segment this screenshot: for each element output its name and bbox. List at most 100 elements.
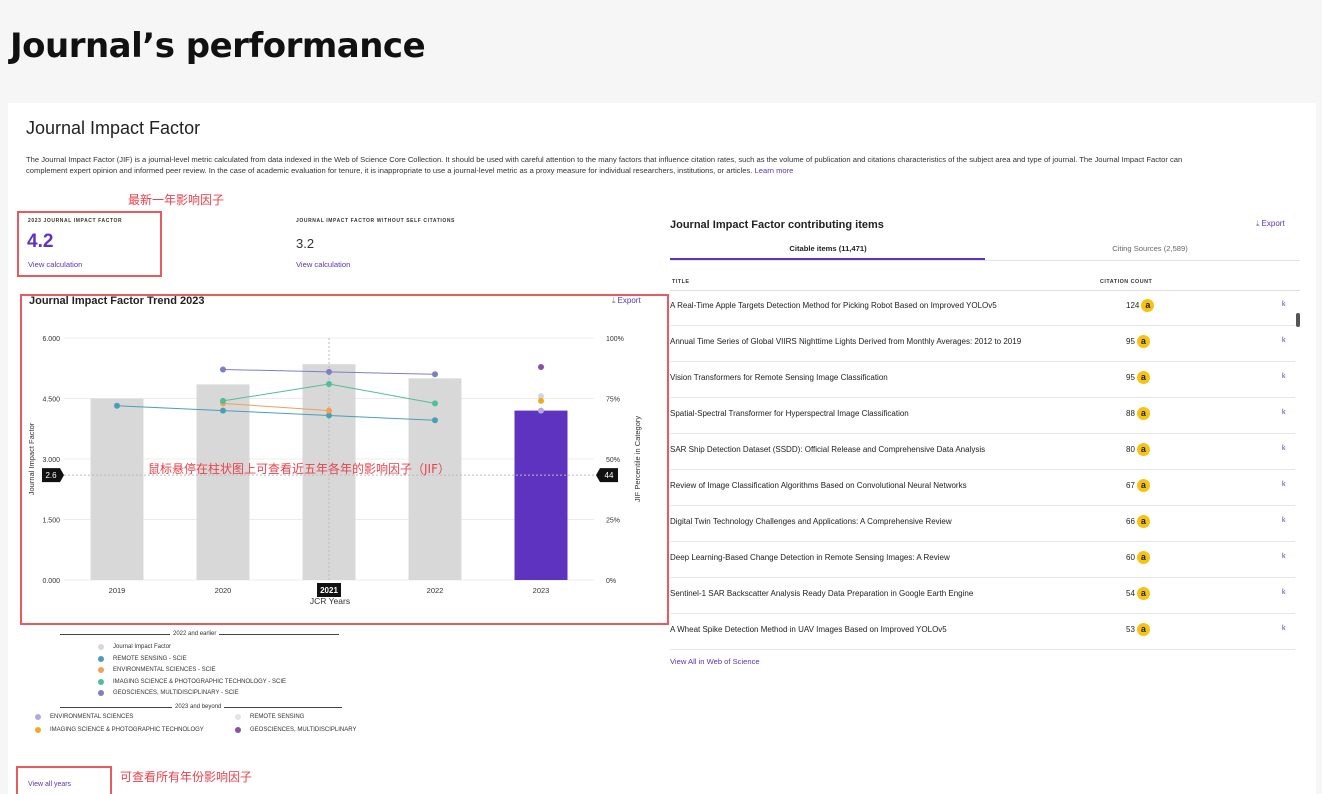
view-calculation-link[interactable]: View calculation [28,260,82,269]
row-action-link[interactable]: k [1282,481,1286,488]
table-row[interactable]: A Wheat Spike Detection Method in UAV Im… [670,614,1295,650]
table-row[interactable]: Review of Image Classification Algorithm… [670,470,1295,506]
series-point[interactable] [432,371,438,378]
row-action-link[interactable]: k [1282,589,1286,596]
citation-count-value: 95 [1126,337,1135,346]
legend-swatch [35,714,41,720]
table-row[interactable]: Vision Transformers for Remote Sensing I… [670,362,1295,398]
article-title-link[interactable]: Review of Image Classification Algorithm… [670,481,967,490]
table-scrollbar[interactable] [1296,313,1300,327]
tab-citing-sources[interactable]: Citing Sources (2,589) [1000,244,1300,253]
altmetric-badge-icon[interactable]: a [1136,587,1150,600]
table-row[interactable]: Deep Learning-Based Change Detection in … [670,542,1295,578]
series-point[interactable] [432,417,438,424]
view-all-wos-link[interactable]: View All in Web of Science [670,657,760,666]
y-tick-label: 0.000 [42,578,60,585]
learn-more-link[interactable]: Learn more [755,166,794,175]
legend-item[interactable]: GEOSCIENCES, MULTIDISCIPLINARY [235,727,356,733]
altmetric-badge-icon[interactable]: a [1136,551,1150,564]
y2-tick-label: 50% [606,457,620,464]
legend-swatch [98,655,104,662]
row-action-link[interactable]: k [1282,625,1286,632]
legend-swatch [235,714,241,720]
altmetric-badge-icon[interactable]: a [1136,479,1150,492]
legend-rule [60,706,172,708]
table-row[interactable]: A Real-Time Apple Targets Detection Meth… [670,290,1295,326]
table-row[interactable]: SAR Ship Detection Dataset (SSDD): Offic… [670,434,1295,470]
y-axis-label: Journal Impact Factor [27,422,36,495]
altmetric-badge-icon[interactable]: a [1136,371,1150,384]
legend-item[interactable]: IMAGING SCIENCE & PHOTOGRAPHIC TECHNOLOG… [35,727,204,733]
legend-item[interactable]: Journal Impact Factor [98,644,171,650]
jif-label: 2023 JOURNAL IMPACT FACTOR [28,218,123,224]
article-title-link[interactable]: Digital Twin Technology Challenges and A… [670,517,952,526]
altmetric-badge-icon[interactable]: a [1136,623,1150,636]
table-row[interactable]: Sentinel-1 SAR Backscatter Analysis Read… [670,578,1295,614]
citation-count: 66 a [1126,515,1150,528]
row-action-link[interactable]: k [1282,337,1286,344]
jif-bar[interactable] [196,384,250,580]
row-action-link[interactable]: k [1282,373,1286,380]
contributing-export-button[interactable]: ⤓ Export [1256,219,1285,229]
series-point[interactable] [326,368,332,375]
legend-swatch [98,667,104,673]
row-action-link[interactable]: k [1282,301,1286,308]
row-action-link[interactable]: k [1282,517,1286,524]
article-title-link[interactable]: SAR Ship Detection Dataset (SSDD): Offic… [670,445,985,454]
series-point[interactable] [538,364,544,371]
article-title-link[interactable]: Annual Time Series of Global VIIRS Night… [670,337,1021,346]
legend-item[interactable]: REMOTE SENSING [235,714,304,720]
article-title-link[interactable]: Sentinel-1 SAR Backscatter Analysis Read… [670,589,973,598]
altmetric-badge-icon[interactable]: a [1141,299,1155,312]
table-row[interactable]: Annual Time Series of Global VIIRS Night… [670,326,1295,362]
x-tick-label: 2022 [427,586,444,595]
table-row[interactable]: Digital Twin Technology Challenges and A… [670,506,1295,542]
column-header-title: TITLE [672,279,690,285]
citation-count: 54 a [1126,587,1150,600]
article-title-link[interactable]: A Wheat Spike Detection Method in UAV Im… [670,625,947,634]
article-title-link[interactable]: Deep Learning-Based Change Detection in … [670,553,950,562]
series-point[interactable] [538,407,544,414]
row-action-link[interactable]: k [1282,445,1286,452]
view-all-years-link[interactable]: View all years [28,781,71,788]
table-row[interactable]: Spatial-Spectral Transformer for Hypersp… [670,398,1295,434]
altmetric-badge-icon[interactable]: a [1136,515,1150,528]
row-action-link[interactable]: k [1282,409,1286,416]
series-point[interactable] [326,380,332,387]
altmetric-badge-icon[interactable]: a [1136,443,1150,456]
series-point[interactable] [220,407,226,414]
jif-value: 4.2 [27,231,54,252]
row-action-link[interactable]: k [1282,553,1286,560]
article-title-link[interactable]: Vision Transformers for Remote Sensing I… [670,373,888,382]
altmetric-badge-icon[interactable]: a [1136,407,1150,420]
view-calculation-self-link[interactable]: View calculation [296,260,350,269]
legend-label: REMOTE SENSING - SCIE [113,655,187,662]
y-tick-label: 4.500 [42,397,60,404]
article-title-link[interactable]: Spatial-Spectral Transformer for Hypersp… [670,409,909,418]
legend-item[interactable]: REMOTE SENSING - SCIE [98,655,187,662]
legend-swatch [98,678,104,685]
download-icon: ⤓ [612,296,616,305]
tab-divider [670,260,1300,261]
series-point[interactable] [538,397,544,404]
legend-item[interactable]: GEOSCIENCES, MULTIDISCIPLINARY - SCIE [98,690,239,696]
legend-item[interactable]: ENVIRONMENTAL SCIENCES [35,714,133,720]
series-point[interactable] [432,400,438,407]
series-point[interactable] [114,402,120,409]
legend-label: REMOTE SENSING [250,714,305,720]
x-tick-label: 2019 [109,586,126,595]
series-point[interactable] [326,407,332,414]
tab-citable-items[interactable]: Citable items (11,471) [672,244,984,253]
jif-bar[interactable] [514,410,568,580]
legend-rule [224,706,343,708]
series-point[interactable] [220,366,226,373]
series-point[interactable] [220,397,226,404]
jif-bar[interactable] [408,378,462,580]
legend-item[interactable]: ENVIRONMENTAL SCIENCES - SCIE [98,667,216,673]
legend-rule [60,633,170,635]
legend-label: ENVIRONMENTAL SCIENCES - SCIE [113,667,216,673]
jif-bar[interactable] [90,398,144,581]
altmetric-badge-icon[interactable]: a [1136,335,1150,348]
article-title-link[interactable]: A Real-Time Apple Targets Detection Meth… [670,301,997,310]
legend-item[interactable]: IMAGING SCIENCE & PHOTOGRAPHIC TECHNOLOG… [98,678,286,685]
